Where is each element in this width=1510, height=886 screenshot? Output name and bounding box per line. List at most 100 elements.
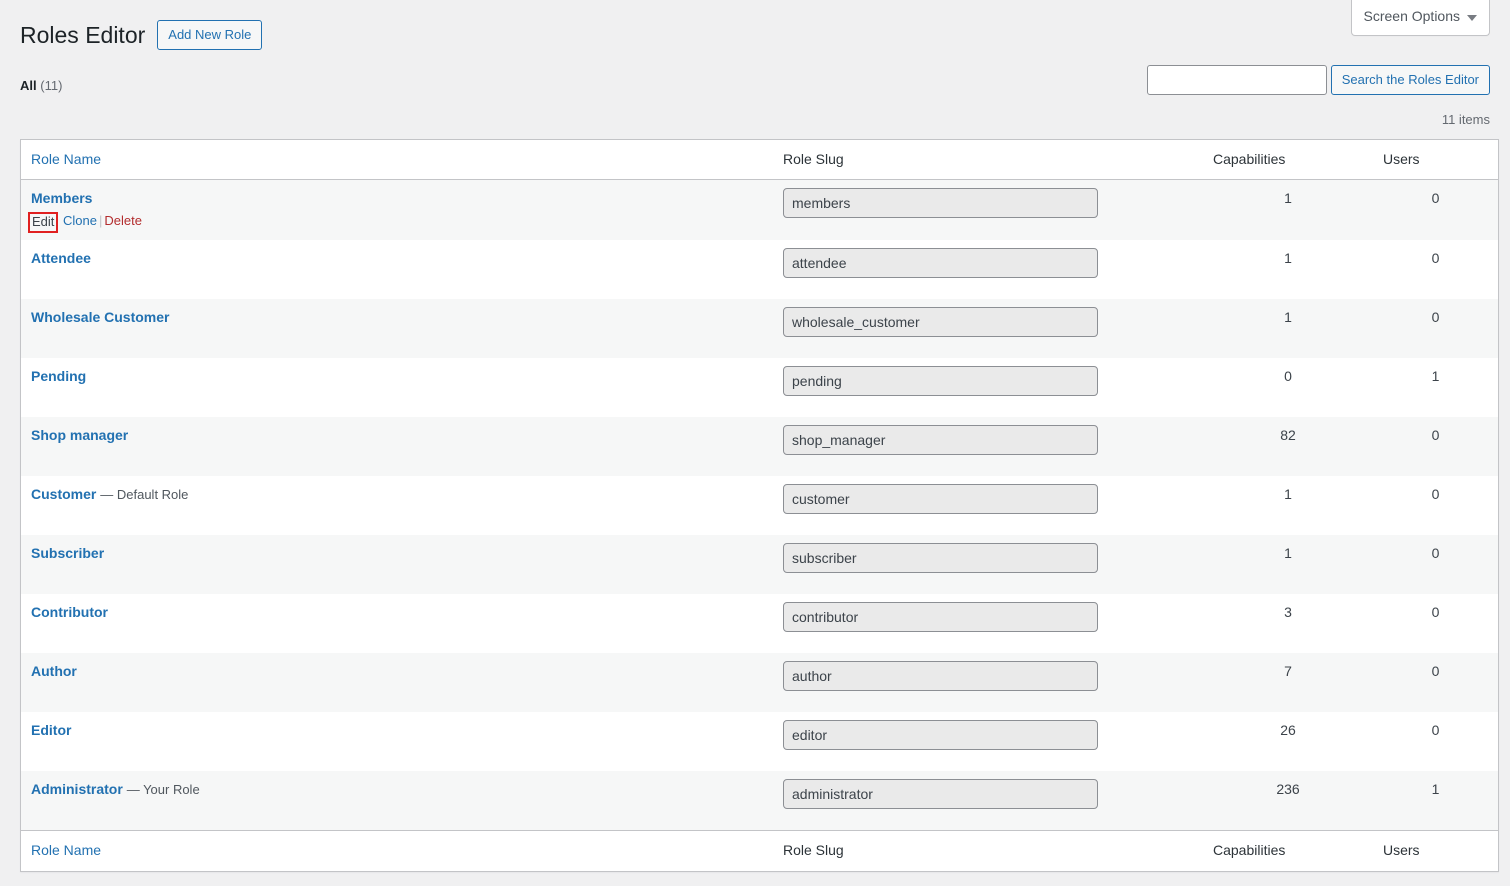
cell-capabilities-count: 1 <box>1284 545 1292 562</box>
column-header-capabilities: Capabilities <box>1203 139 1373 181</box>
cell-role-slug <box>773 476 1203 535</box>
table-row: Author 7 0 <box>21 653 1498 713</box>
cell-capabilities-count: 3 <box>1284 604 1292 621</box>
cell-role-slug <box>773 771 1203 830</box>
add-new-role-button[interactable]: Add New Role <box>157 20 263 51</box>
roles-table-body: MembersEdit Clone|Delete10Attendee10Whol… <box>21 180 1498 831</box>
role-name-link[interactable]: Subscriber <box>31 545 104 561</box>
row-action-edit[interactable]: Edit <box>32 214 54 229</box>
search-input[interactable] <box>1146 64 1327 95</box>
cell-role-name: Customer — Default Role <box>21 476 773 535</box>
role-name-link[interactable]: Shop manager <box>31 427 128 443</box>
roles-table-foot: Role Name Role Slug Capabilities Users <box>21 830 1498 871</box>
cell-role-slug <box>773 594 1203 653</box>
role-slug-input[interactable] <box>783 661 1098 692</box>
table-footer-row: Role Name Role Slug Capabilities Users <box>21 830 1498 871</box>
filter-item-all[interactable]: All (11) <box>20 73 62 99</box>
role-slug-input[interactable] <box>783 720 1098 751</box>
column-footer-capabilities: Capabilities <box>1203 830 1373 871</box>
screen-meta-links: Screen Options <box>1350 0 1490 36</box>
edit-action-highlight: Edit <box>28 212 59 233</box>
page-wrap: Roles Editor Add New Role All (11) Searc… <box>0 0 1510 886</box>
role-name-link[interactable]: Administrator <box>31 781 123 797</box>
roles-table: Role Name Role Slug Capabilities Users M… <box>20 138 1499 872</box>
cell-users-count: 0 <box>1431 309 1440 326</box>
cell-capabilities-count: 1 <box>1284 250 1292 267</box>
role-name-link[interactable]: Attendee <box>31 250 91 266</box>
role-slug-input[interactable] <box>783 366 1098 397</box>
cell-capabilities-count: 7 <box>1284 663 1292 680</box>
cell-role-slug <box>773 299 1203 358</box>
role-name-link[interactable]: Wholesale Customer <box>31 309 169 325</box>
table-row: Members Edit Clone|Delete 1 0 <box>21 180 1498 241</box>
cell-role-name: Attendee <box>21 240 773 299</box>
sort-link-role-name[interactable]: Role Name <box>31 151 101 167</box>
column-footer-users: Users <box>1373 830 1498 871</box>
column-footer-role-slug: Role Slug <box>773 830 1203 871</box>
cell-role-slug <box>773 240 1203 299</box>
roles-table-head: Role Name Role Slug Capabilities Users <box>21 139 1498 181</box>
column-footer-role-name[interactable]: Role Name <box>21 830 773 871</box>
role-slug-input[interactable] <box>783 425 1098 456</box>
status-filter-list: All (11) <box>20 73 62 99</box>
cell-role-slug <box>773 535 1203 594</box>
role-name-link[interactable]: Customer <box>31 486 96 502</box>
role-note: — Default Role <box>100 487 189 503</box>
role-slug-input[interactable] <box>783 307 1098 338</box>
search-submit-button[interactable]: Search the Roles Editor <box>1330 64 1490 95</box>
role-slug-input[interactable] <box>783 248 1098 279</box>
cell-users-count: 1 <box>1431 781 1440 798</box>
role-note: — Your Role <box>126 782 200 798</box>
role-name-link[interactable]: Editor <box>31 722 71 738</box>
table-row: Administrator — Your Role 236 1 <box>21 771 1498 831</box>
cell-users-count: 0 <box>1431 545 1440 562</box>
cell-role-name: Shop manager <box>21 417 773 476</box>
table-row: Customer — Default Role 1 0 <box>21 476 1498 536</box>
cell-role-name: Author <box>21 653 773 712</box>
cell-role-name: Pending <box>21 358 773 417</box>
screen-options-label: Screen Options <box>1363 8 1461 24</box>
role-name-link[interactable]: Members <box>31 190 92 206</box>
role-slug-input[interactable] <box>783 779 1098 810</box>
column-header-role-name[interactable]: Role Name <box>21 139 773 181</box>
role-slug-input[interactable] <box>783 188 1098 219</box>
table-row: Wholesale Customer 1 0 <box>21 299 1498 359</box>
role-slug-input[interactable] <box>783 484 1098 515</box>
filter-link-all[interactable]: All <box>20 78 37 93</box>
screen-options-tab[interactable]: Screen Options <box>1350 0 1490 36</box>
cell-role-name: Members Edit Clone | Delete <box>21 180 773 240</box>
role-slug-input[interactable] <box>783 602 1098 633</box>
role-name-link[interactable]: Author <box>31 663 77 679</box>
cell-users-count: 0 <box>1431 427 1440 444</box>
row-actions: Edit Clone | Delete <box>28 209 763 233</box>
table-row: Contributor 3 0 <box>21 594 1498 654</box>
column-header-role-slug: Role Slug <box>773 139 1203 181</box>
role-name-link[interactable]: Pending <box>31 368 86 384</box>
cell-capabilities-count: 1 <box>1284 190 1292 207</box>
cell-capabilities-count: 236 <box>1276 781 1300 798</box>
chevron-down-icon <box>1467 14 1477 21</box>
role-name-link[interactable]: Contributor <box>31 604 108 620</box>
cell-users-count: 0 <box>1431 486 1440 503</box>
filter-count-all: (11) <box>40 77 63 93</box>
cell-role-name: Editor <box>21 712 773 771</box>
cell-role-slug <box>773 653 1203 712</box>
column-header-users: Users <box>1373 139 1498 181</box>
cell-users-count: 0 <box>1431 604 1440 621</box>
table-row: Subscriber 1 0 <box>21 535 1498 595</box>
tablenav-bottom: 11 items <box>20 878 1490 886</box>
cell-role-name: Subscriber <box>21 535 773 594</box>
role-slug-input[interactable] <box>783 543 1098 574</box>
page-header: Roles Editor Add New Role <box>20 0 1490 55</box>
cell-capabilities-count: 26 <box>1280 722 1296 739</box>
cell-users-count: 0 <box>1431 250 1440 267</box>
displaying-num-top: 11 items <box>1441 112 1490 128</box>
row-action-clone[interactable]: Clone <box>63 213 97 228</box>
row-action-delete[interactable]: Delete <box>104 213 142 228</box>
filters-and-search-row: All (11) Search the Roles Editor <box>20 64 1490 99</box>
cell-role-name: Administrator — Your Role <box>21 771 773 830</box>
sort-link-role-name-footer[interactable]: Role Name <box>31 842 101 858</box>
cell-capabilities-count: 1 <box>1284 309 1292 326</box>
search-box: Search the Roles Editor <box>1146 64 1490 95</box>
table-row: Pending 0 1 <box>21 358 1498 418</box>
